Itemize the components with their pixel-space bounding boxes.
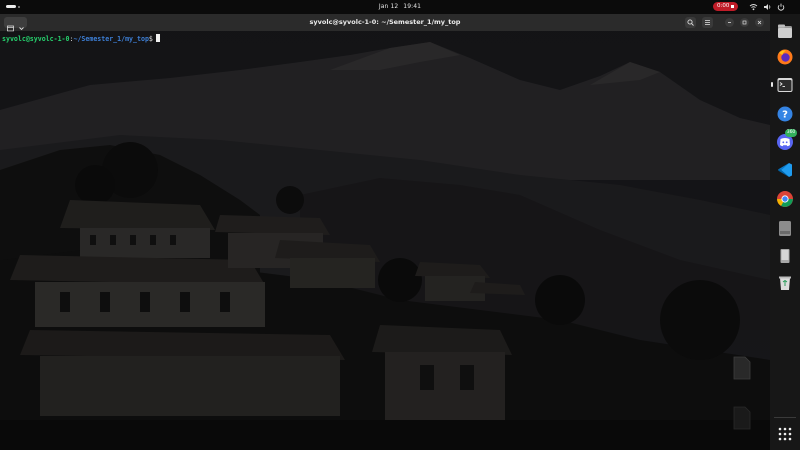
minimize-icon: [728, 22, 731, 23]
prompt-symbol: $: [148, 35, 153, 43]
dock-files[interactable]: [774, 20, 796, 42]
app-grid-icon: [778, 427, 792, 441]
dock-trash[interactable]: [774, 272, 796, 294]
dock-show-apps[interactable]: [774, 423, 796, 445]
system-tray[interactable]: [749, 3, 788, 11]
dock-removable-drive[interactable]: [774, 245, 796, 267]
prompt-path: ~/Semester_1/my_top: [73, 35, 149, 43]
hamburger-icon: [705, 20, 710, 25]
notification-badge: 360: [785, 129, 797, 137]
shell-prompt: syvolc@syvolc-1-0:~/Semester_1/my_top$: [2, 34, 160, 43]
trash-icon: [779, 276, 791, 290]
close-icon: [757, 20, 762, 25]
screen-recording-indicator[interactable]: 0:00: [713, 2, 738, 11]
top-bar: Jan 12 19:41 0:00: [0, 0, 800, 14]
terminal-titlebar[interactable]: syvolc@syvolc-1-0: ~/Semester_1/my_top: [0, 14, 770, 32]
dock-disk-drive[interactable]: [774, 217, 796, 239]
dock-chrome[interactable]: [774, 188, 796, 210]
search-icon: [687, 19, 694, 26]
close-button[interactable]: [755, 18, 764, 27]
window-title: syvolc@syvolc-1-0: ~/Semester_1/my_top: [309, 18, 461, 26]
disk-drive-icon: [779, 221, 791, 236]
chrome-icon: [777, 191, 793, 207]
dock-vscode[interactable]: [774, 159, 796, 181]
power-icon: [777, 3, 785, 11]
terminal-window[interactable]: syvolc@syvolc-1-0: ~/Semester_1/my_top s…: [0, 14, 770, 450]
clock-date: Jan 12: [378, 3, 399, 10]
maximize-button[interactable]: [740, 18, 749, 27]
recording-time: 0:00: [717, 3, 730, 9]
removable-drive-icon: [780, 249, 790, 263]
clock[interactable]: Jan 12 19:41: [0, 3, 800, 10]
network-icon: [749, 4, 758, 11]
stop-recording-icon[interactable]: [731, 5, 734, 8]
dock-separator: [774, 417, 796, 418]
restore-icon: [742, 20, 747, 25]
clock-time: 19:41: [403, 3, 422, 10]
running-indicator: [771, 82, 773, 87]
prompt-user-host: syvolc@syvolc-1-0: [2, 35, 70, 43]
firefox-icon: [777, 49, 793, 65]
vscode-icon: [778, 163, 792, 177]
terminal-content[interactable]: syvolc@syvolc-1-0:~/Semester_1/my_top$: [0, 31, 770, 450]
files-icon: [778, 24, 792, 38]
svg-text:?: ?: [782, 110, 788, 121]
dock-firefox[interactable]: [774, 46, 796, 68]
menu-button[interactable]: [702, 17, 713, 28]
volume-icon: [763, 4, 771, 10]
dock-help[interactable]: ?: [774, 103, 796, 125]
dock: ?: [770, 14, 800, 450]
search-button[interactable]: [685, 17, 696, 28]
terminal-icon: [777, 78, 793, 92]
dock-terminal[interactable]: [771, 74, 796, 96]
minimize-button[interactable]: [725, 18, 734, 27]
text-cursor: [155, 34, 160, 42]
help-icon: ?: [777, 106, 793, 122]
